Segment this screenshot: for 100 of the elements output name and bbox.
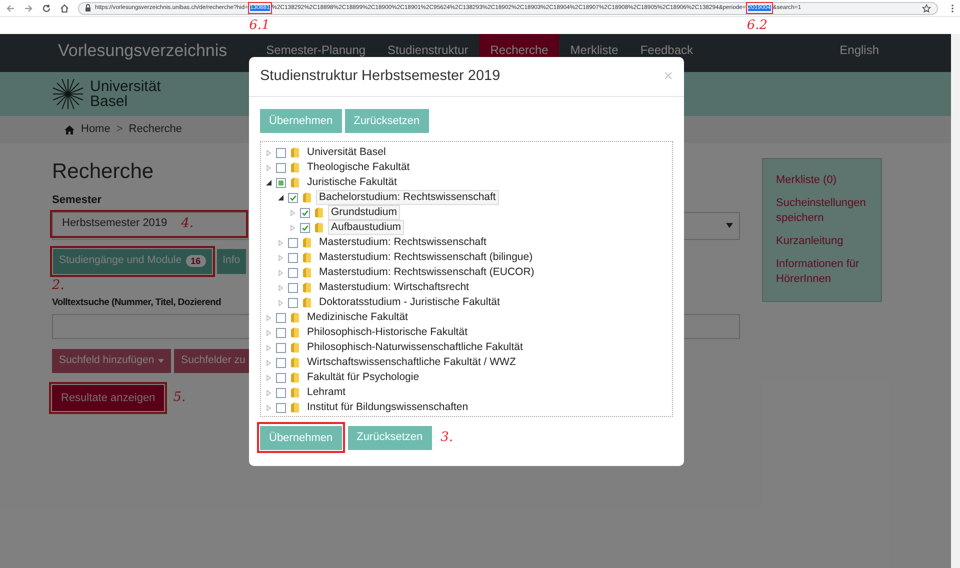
tree-item[interactable]: Masterstudium: Rechtswissenschaft bbox=[316, 235, 490, 250]
expand-arrow-icon[interactable] bbox=[277, 254, 284, 262]
tree-item[interactable]: Grundstudium bbox=[328, 205, 400, 220]
tree-item[interactable]: Fakultät für Psychologie bbox=[304, 370, 422, 385]
annotation-number: 4. bbox=[181, 214, 194, 233]
folder-icon bbox=[302, 267, 312, 278]
sidebar-link[interactable]: Kurzanleitung bbox=[776, 234, 868, 249]
folder-icon bbox=[290, 147, 300, 158]
checkbox[interactable] bbox=[288, 282, 298, 292]
modal-button[interactable]: Zurücksetzen bbox=[344, 109, 429, 133]
tree-item[interactable]: Masterstudium: Wirtschaftsrecht bbox=[316, 280, 472, 295]
checkbox[interactable] bbox=[300, 208, 310, 218]
folder-icon bbox=[290, 327, 300, 338]
folder-icon bbox=[290, 162, 300, 173]
tree-item[interactable]: Institut für Bildungswissenschaften bbox=[304, 400, 472, 415]
checkbox[interactable] bbox=[276, 342, 286, 352]
checkbox[interactable] bbox=[276, 178, 286, 188]
star-icon bbox=[922, 4, 931, 12]
folder-icon bbox=[290, 402, 300, 413]
tree-item[interactable]: Medizinische Fakultät bbox=[304, 310, 411, 325]
expand-arrow-icon[interactable] bbox=[289, 224, 296, 232]
checkbox[interactable] bbox=[276, 148, 286, 158]
folder-icon bbox=[290, 372, 300, 383]
expand-arrow-icon[interactable] bbox=[265, 344, 272, 352]
expand-arrow-icon[interactable] bbox=[265, 314, 272, 322]
annotation-number: 3. bbox=[440, 428, 454, 447]
checkbox[interactable] bbox=[276, 402, 286, 412]
folder-icon bbox=[290, 312, 300, 323]
site-title[interactable]: Vorlesungsverzeichnis bbox=[58, 34, 228, 72]
checkbox[interactable] bbox=[300, 222, 310, 232]
checkbox[interactable] bbox=[276, 328, 286, 338]
collapse-arrow-icon[interactable] bbox=[277, 194, 284, 202]
expand-arrow-icon[interactable] bbox=[277, 284, 284, 292]
checkbox[interactable] bbox=[288, 238, 298, 248]
tab-button[interactable]: Info bbox=[216, 248, 246, 274]
caret-down-icon bbox=[726, 223, 733, 228]
checkbox[interactable] bbox=[288, 192, 298, 202]
expand-arrow-icon[interactable] bbox=[289, 208, 296, 216]
checkbox[interactable] bbox=[276, 162, 286, 172]
breadcrumb-separator: > bbox=[116, 122, 123, 138]
back-icon bbox=[6, 4, 15, 12]
checkbox[interactable] bbox=[288, 268, 298, 278]
tree-item[interactable]: Universität Basel bbox=[304, 145, 389, 160]
tree-item[interactable]: Masterstudium: Rechtswissenschaft (EUCOR) bbox=[316, 265, 538, 280]
select-value: Herbstsemester 2019 bbox=[62, 216, 168, 232]
breadcrumb-link[interactable]: Home bbox=[81, 121, 110, 138]
tree-item[interactable]: Bachelorstudium: Rechtswissenschaft bbox=[316, 190, 499, 205]
checkbox[interactable] bbox=[276, 358, 286, 368]
annotation-number: 2. bbox=[52, 278, 64, 292]
tree-item[interactable]: Masterstudium: Rechtswissenschaft (bilingue) bbox=[316, 250, 536, 265]
modal-button[interactable]: Übernehmen bbox=[260, 426, 342, 450]
folder-icon bbox=[302, 237, 312, 248]
expand-arrow-icon[interactable] bbox=[265, 374, 272, 382]
sidebar-link[interactable]: Informationen für HörerInnen bbox=[776, 257, 868, 287]
snowflake-logo-icon bbox=[52, 78, 84, 110]
expand-arrow-icon[interactable] bbox=[265, 328, 272, 336]
expand-arrow-icon[interactable] bbox=[277, 298, 284, 306]
breadcrumb-link[interactable]: Recherche bbox=[128, 121, 182, 138]
checkbox[interactable] bbox=[276, 372, 286, 382]
annotation-number: 6.1 bbox=[249, 16, 270, 35]
language-link[interactable]: English bbox=[840, 34, 879, 72]
folder-icon bbox=[290, 387, 300, 398]
modal-button[interactable]: Übernehmen bbox=[260, 109, 342, 133]
checkbox[interactable] bbox=[288, 298, 298, 308]
expand-arrow-icon[interactable] bbox=[265, 358, 272, 366]
folder-icon bbox=[314, 207, 324, 218]
home-icon bbox=[60, 4, 69, 12]
tree-item[interactable]: Doktoratsstudium - Juristische Fakultät bbox=[316, 295, 503, 310]
modal-button[interactable]: Zurücksetzen bbox=[348, 426, 432, 450]
tree-item[interactable]: Lehramt bbox=[304, 385, 349, 400]
expand-arrow-icon[interactable] bbox=[265, 164, 272, 172]
tree-item[interactable]: Wirtschaftswissenschaftliche Fakultät / WWZ bbox=[304, 355, 519, 370]
expand-arrow-icon[interactable] bbox=[265, 404, 272, 412]
collapse-arrow-icon[interactable] bbox=[265, 178, 272, 186]
expand-arrow-icon[interactable] bbox=[277, 238, 284, 246]
page-title: Recherche bbox=[52, 160, 154, 184]
folder-icon bbox=[302, 192, 312, 203]
submit-button[interactable]: Resultate anzeigen bbox=[52, 385, 164, 411]
folder-icon bbox=[302, 297, 312, 308]
checkbox[interactable] bbox=[276, 312, 286, 322]
tree-item[interactable]: Aufbaustudium bbox=[328, 220, 404, 235]
expand-arrow-icon[interactable] bbox=[265, 388, 272, 396]
tree-item[interactable]: Philosophisch-Naturwissenschaftliche Fakultät bbox=[304, 340, 526, 355]
expand-arrow-icon[interactable] bbox=[277, 268, 284, 276]
tab-button[interactable]: Studiengänge und Module 16 bbox=[53, 248, 212, 274]
tree-item[interactable]: Juristische Fakultät bbox=[304, 175, 400, 190]
sidebar-link[interactable]: Sucheinstellungen speichern bbox=[776, 196, 868, 226]
more-menu-icon bbox=[951, 4, 954, 12]
annotation-number: 5. bbox=[173, 389, 186, 408]
sidebar-link[interactable]: Merkliste (0) bbox=[776, 173, 868, 188]
tree-item[interactable]: Philosophisch-Historische Fakultät bbox=[304, 325, 470, 340]
action-button[interactable]: Suchfeld hinzufügen bbox=[52, 348, 172, 373]
expand-arrow-icon[interactable] bbox=[265, 148, 272, 156]
checkbox[interactable] bbox=[276, 388, 286, 398]
checkbox[interactable] bbox=[288, 252, 298, 262]
folder-icon bbox=[314, 222, 324, 233]
annotation-number: 6.2 bbox=[746, 16, 768, 35]
folder-icon bbox=[290, 177, 300, 188]
tree-item[interactable]: Theologische Fakultät bbox=[304, 160, 413, 175]
logo-text: Universität bbox=[90, 79, 161, 94]
